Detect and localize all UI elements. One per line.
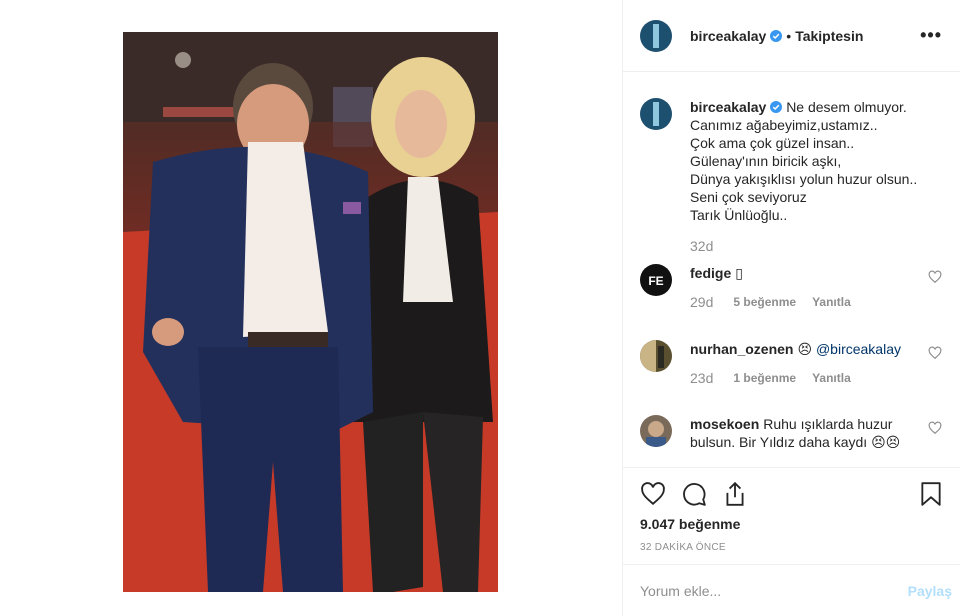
post-actions [640, 478, 944, 510]
comment-icon[interactable] [681, 481, 707, 507]
comment-username[interactable]: nurhan_ozenen [690, 341, 793, 357]
comments-section[interactable]: birceakalay Ne desem olmuyor. Canımız ağ… [623, 72, 960, 468]
likes-count[interactable]: 9.047 beğenme [640, 516, 740, 532]
heart-icon[interactable] [640, 481, 666, 507]
comment-text: 😣 [797, 341, 813, 357]
caption-line: Gülenay'ının biricik aşkı, [690, 153, 842, 169]
post-photo-illustration [123, 32, 498, 592]
reply-button[interactable]: Yanıtla [812, 371, 851, 385]
comment-username[interactable]: mosekoen [690, 416, 759, 432]
comment-item: nurhan_ozenen 😣 @birceakalay 23d 1 beğenm… [640, 340, 946, 386]
comment-item: FE fedige ▯ 29d 5 beğenme Yanıtla [640, 264, 946, 310]
svg-text:FE: FE [648, 274, 663, 288]
author-username[interactable]: birceakalay [690, 28, 766, 44]
verified-badge-icon [770, 29, 783, 42]
caption-line: Dünya yakışıklısı yolun huzur olsun.. [690, 171, 918, 187]
comment-text: Ruhu ışıklarda huzur [763, 416, 893, 432]
post-comment-button[interactable]: Paylaş [908, 583, 952, 599]
caption-body: birceakalay Ne desem olmuyor. Canımız ağ… [690, 98, 917, 255]
follow-status[interactable]: Takiptesin [795, 28, 863, 44]
post-side-panel: birceakalay • Takiptesin ••• birceakalay… [622, 0, 960, 616]
caption-line: Seni çok seviyoruz [690, 189, 807, 205]
caption-line: Ne desem olmuyor. [786, 99, 907, 115]
commenter-avatar[interactable] [640, 415, 672, 447]
comment-username[interactable]: fedige [690, 265, 731, 281]
header-separator: • [786, 27, 792, 44]
share-icon[interactable] [722, 481, 748, 507]
verified-badge-icon [770, 101, 783, 113]
comment-time[interactable]: 23d [690, 370, 713, 386]
commenter-avatar[interactable]: FE [640, 264, 672, 296]
post-header: birceakalay • Takiptesin ••• [623, 0, 960, 72]
comment-item: mosekoen Ruhu ışıklarda huzur bulsun. Bir… [640, 415, 946, 451]
caption-line: Çok ama çok güzel insan.. [690, 135, 855, 151]
comment-input[interactable] [640, 582, 908, 599]
caption-avatar[interactable] [640, 98, 672, 130]
heart-icon[interactable] [928, 421, 942, 435]
commenter-avatar[interactable] [640, 340, 672, 372]
bookmark-icon[interactable] [918, 481, 944, 507]
comment-time[interactable]: 29d [690, 294, 713, 310]
post-timestamp[interactable]: 32 DAKİKA ÖNCE [640, 542, 726, 553]
heart-icon[interactable] [928, 270, 942, 284]
reply-button[interactable]: Yanıtla [812, 295, 851, 309]
author-avatar[interactable] [640, 19, 672, 52]
caption-timestamp[interactable]: 32d [690, 237, 917, 255]
comment-mention[interactable]: @birceakalay [816, 341, 901, 357]
add-comment-bar: Paylaş [623, 564, 960, 616]
caption-username[interactable]: birceakalay [690, 99, 766, 115]
comment-likes[interactable]: 1 beğenme [733, 371, 796, 385]
post-photo[interactable] [123, 32, 498, 592]
heart-icon[interactable] [928, 346, 942, 360]
comment-text: ▯ [735, 265, 743, 281]
more-options-icon[interactable]: ••• [920, 25, 942, 46]
caption-line: Canımız ağabeyimiz,ustamız.. [690, 117, 878, 133]
comment-likes[interactable]: 5 beğenme [733, 295, 796, 309]
comment-text-continued: bulsun. Bir Yıldız daha kaydı 😣😣 [690, 434, 901, 450]
post-caption: birceakalay Ne desem olmuyor. Canımız ağ… [640, 98, 944, 255]
caption-line: Tarık Ünlüoğlu.. [690, 207, 788, 223]
post-media-panel [0, 0, 622, 616]
